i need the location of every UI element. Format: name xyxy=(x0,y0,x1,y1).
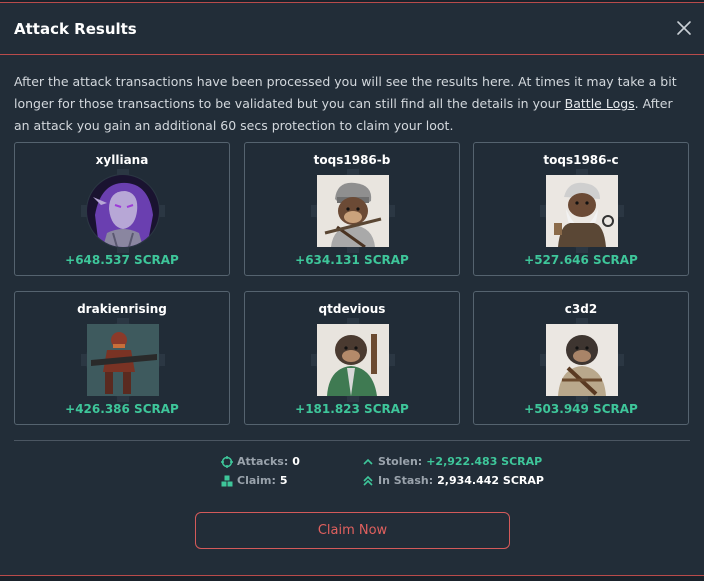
monkey-green-jacket-avatar xyxy=(317,324,389,396)
attacker-name: toqs1986-b xyxy=(313,153,391,167)
scrap-amount: +181.823 SCRAP xyxy=(295,402,409,416)
monkey-rifle-avatar xyxy=(317,175,389,247)
crosshair-icon xyxy=(221,455,233,468)
double-chevron-up-icon xyxy=(363,475,373,486)
old-monkey-avatar xyxy=(546,175,618,247)
result-card-qtdevious: qtdevious +181.823 SCRAP xyxy=(244,291,460,425)
result-card-toqs1986-c: toqs1986-c +527.646 SCRAP xyxy=(473,142,689,276)
stolen-value: +2,922.483 SCRAP xyxy=(426,455,543,468)
stolen-stat: Stolen: +2,922.483 SCRAP xyxy=(362,455,542,468)
attacker-name: c3d2 xyxy=(564,302,598,316)
scrap-amount: +648.537 SCRAP xyxy=(65,253,179,267)
result-card-c3d2: c3d2 +503.949 SCRAP xyxy=(473,291,689,425)
scrap-amount: +527.646 SCRAP xyxy=(524,253,638,267)
monkey-bandolier-avatar xyxy=(546,324,618,396)
scrap-amount: +503.949 SCRAP xyxy=(524,402,638,416)
claim-now-button[interactable]: Claim Now xyxy=(195,512,510,549)
claim-value: 5 xyxy=(279,474,288,487)
boxes-icon xyxy=(221,475,233,486)
attacker-name: qtdevious xyxy=(318,302,386,316)
attacker-name: drakienrising xyxy=(77,302,167,316)
stash-stat: In Stash: 2,934.442 SCRAP xyxy=(362,474,544,487)
attacks-stat: Attacks: 0 xyxy=(221,455,300,468)
results-description: After the attack transactions have been … xyxy=(14,74,677,133)
divider xyxy=(14,440,690,441)
elf-avatar xyxy=(87,175,159,247)
battle-logs-link[interactable]: Battle Logs xyxy=(565,96,635,111)
result-card-drakienrising: drakienrising +426.386 SCRAP xyxy=(14,291,230,425)
scrap-amount: +634.131 SCRAP xyxy=(295,253,409,267)
armored-soldier-avatar xyxy=(87,324,159,396)
attacker-name: xylliana xyxy=(95,153,149,167)
attacks-value: 0 xyxy=(292,455,300,468)
stash-value: 2,934.442 SCRAP xyxy=(437,474,544,487)
close-icon[interactable] xyxy=(676,20,692,36)
attacker-name: toqs1986-c xyxy=(543,153,619,167)
scrap-amount: +426.386 SCRAP xyxy=(65,402,179,416)
result-card-toqs1986-b: toqs1986-b +634.131 SCRAP xyxy=(244,142,460,276)
result-card-xylliana: xylliana +648.537 SCRAP xyxy=(14,142,230,276)
modal-header: Attack Results xyxy=(0,3,704,55)
modal-title: Attack Results xyxy=(14,20,137,38)
chevron-up-icon xyxy=(363,458,373,465)
attack-results-modal: Attack Results After the attack transact… xyxy=(0,2,704,576)
claim-stat: Claim: 5 xyxy=(221,474,288,487)
